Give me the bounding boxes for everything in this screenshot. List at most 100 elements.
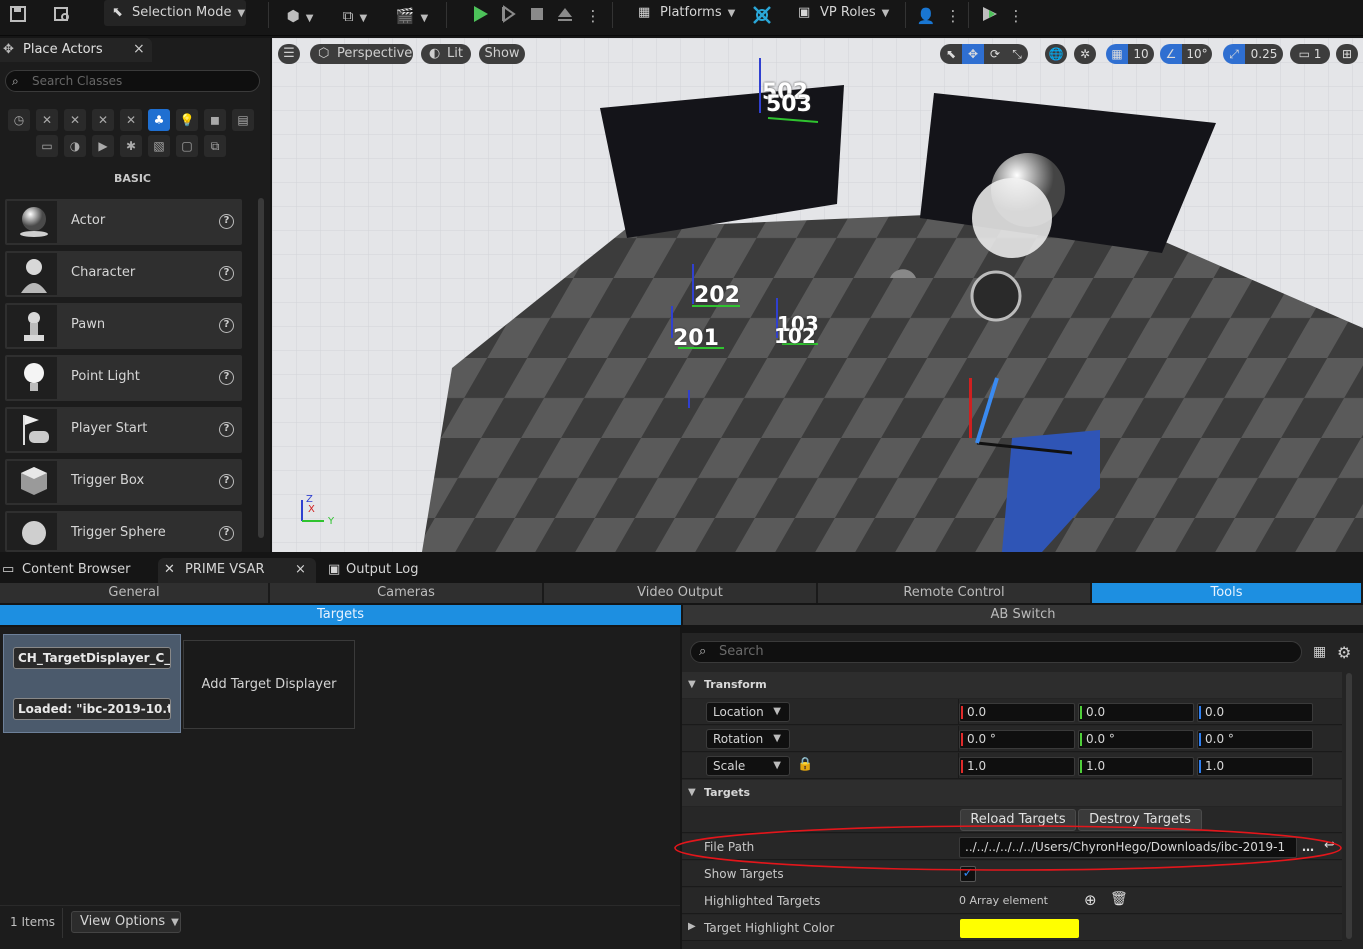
surface-snap-icon[interactable]: ✲ <box>1074 44 1096 64</box>
tab-content-browser[interactable]: ▭ Content Browser <box>0 558 152 583</box>
save-icon[interactable] <box>6 4 30 28</box>
platforms-dropdown[interactable]: ▦ Platforms ▼ <box>632 0 735 26</box>
tab-output-log[interactable]: ▣ Output Log <box>324 558 444 583</box>
lights-category-icon[interactable]: 💡 <box>176 109 198 131</box>
view-options-dropdown[interactable]: View Options ▼ <box>71 911 181 933</box>
scrollbar[interactable] <box>258 198 264 538</box>
more-options-icon[interactable]: ⋮ <box>1004 4 1028 28</box>
trash-icon[interactable]: 🗑 <box>1110 891 1128 907</box>
actor-item-trigger-sphere[interactable]: Trigger Sphere ? <box>5 511 242 552</box>
show-button[interactable]: Show <box>479 44 525 64</box>
tab-general[interactable]: General <box>0 583 270 603</box>
place-actors-tab[interactable]: ✥ Place Actors × <box>0 38 152 62</box>
actor-item-pawn[interactable]: Pawn ? <box>5 303 242 349</box>
scale-mode-dropdown[interactable]: Scale ▼ <box>706 756 790 776</box>
tab-tools[interactable]: Tools <box>1092 583 1363 603</box>
geometry-category-icon[interactable]: ◑ <box>64 135 86 157</box>
media-category-icon[interactable]: ▶ <box>92 135 114 157</box>
location-x-field[interactable]: 0.0 <box>959 703 1075 722</box>
cinematic-category-icon[interactable]: ▤ <box>232 109 254 131</box>
shapes-category-icon[interactable]: ◼ <box>204 109 226 131</box>
tab-remote-control[interactable]: Remote Control <box>818 583 1092 603</box>
play-icon[interactable] <box>468 4 492 28</box>
rotation-z-field[interactable]: 0.0 ° <box>1197 730 1313 749</box>
lock-icon[interactable]: 🔒 <box>797 757 813 772</box>
color-swatch[interactable] <box>960 919 1079 938</box>
more-options-icon[interactable]: ⋮ <box>581 4 605 28</box>
stop-icon[interactable] <box>525 4 549 28</box>
help-icon[interactable]: ? <box>219 422 234 437</box>
rotate-icon[interactable]: ⟳ <box>984 44 1006 64</box>
actor-item-trigger-box[interactable]: Trigger Box ? <box>5 459 242 505</box>
location-y-field[interactable]: 0.0 <box>1078 703 1194 722</box>
close-tab-button[interactable]: × <box>295 558 306 581</box>
rotation-snap-icon[interactable]: ∠ <box>1160 44 1182 64</box>
scale-z-field[interactable]: 1.0 <box>1197 757 1313 776</box>
table-view-icon[interactable]: ▦ <box>1313 644 1326 660</box>
level-viewport[interactable]: 502 503 202 201 103 102 Z X Y ☰ ⬡ Perspe… <box>272 38 1363 552</box>
perspective-button[interactable]: ⬡ Perspective <box>310 44 413 64</box>
volumes-category-icon[interactable]: ▧ <box>148 135 170 157</box>
recent-icon[interactable]: ◷ <box>8 109 30 131</box>
scale-icon[interactable]: ⤡ <box>1006 44 1028 64</box>
placeholder-category-icon[interactable]: ⧉ <box>204 135 226 157</box>
tab-cameras[interactable]: Cameras <box>270 583 544 603</box>
select-mode-icon[interactable]: ⬉ <box>940 44 962 64</box>
grid-snap-value[interactable]: 10 <box>1128 44 1154 64</box>
help-icon[interactable]: ? <box>219 214 234 229</box>
camera-speed-button[interactable]: ▭ 1 <box>1290 44 1330 64</box>
help-icon[interactable]: ? <box>219 370 234 385</box>
help-icon[interactable]: ? <box>219 526 234 541</box>
selection-mode-dropdown[interactable]: ⬉ Selection Mode ▼ <box>104 0 246 26</box>
add-target-displayer-button[interactable]: Add Target Displayer <box>183 640 355 729</box>
actor-item-character[interactable]: Character ? <box>5 251 242 297</box>
actor-item-actor[interactable]: Actor ? <box>5 199 242 245</box>
location-mode-dropdown[interactable]: Location ▼ <box>706 702 790 722</box>
viewport-menu-button[interactable]: ☰ <box>278 44 300 64</box>
actor-item-player-start[interactable]: Player Start ? <box>5 407 242 453</box>
search-classes-input[interactable]: ⌕ Search Classes <box>5 70 260 92</box>
help-icon[interactable]: ? <box>219 266 234 281</box>
add-element-icon[interactable]: ⊕ <box>1084 891 1097 909</box>
content-browse-icon[interactable] <box>50 4 74 28</box>
blueprint-icon[interactable]: ⧉ ▼ <box>335 4 375 28</box>
actor-item-point-light[interactable]: Point Light ? <box>5 355 242 401</box>
vsar-logo-icon[interactable] <box>750 4 774 28</box>
tab-targets[interactable]: Targets <box>0 605 681 625</box>
vsar-category-icon[interactable]: ✕ <box>36 109 58 131</box>
world-local-icon[interactable]: 🌐 <box>1045 44 1067 64</box>
tab-prime-vsar[interactable]: ✕ PRIME VSAR × <box>158 558 316 583</box>
vsar-category-icon[interactable]: ✕ <box>120 109 142 131</box>
effects-category-icon[interactable]: ✱ <box>120 135 142 157</box>
basic-category-icon[interactable]: ♣ <box>148 109 170 131</box>
translate-icon[interactable]: ✥ <box>962 44 984 64</box>
visual-effects-category-icon[interactable]: ▭ <box>36 135 58 157</box>
help-icon[interactable]: ? <box>219 318 234 333</box>
vsar-category-icon[interactable]: ✕ <box>64 109 86 131</box>
rotation-snap-value[interactable]: 10° <box>1182 44 1212 64</box>
step-icon[interactable] <box>497 4 521 28</box>
cinematics-icon[interactable]: 🎬 ▼ <box>392 4 432 28</box>
location-z-field[interactable]: 0.0 <box>1197 703 1313 722</box>
add-actor-icon[interactable]: ⬢ ▼ <box>280 4 320 28</box>
details-search-input[interactable]: ⌕ Search <box>690 641 1302 663</box>
scale-x-field[interactable]: 1.0 <box>959 757 1075 776</box>
user-icon[interactable]: 👤 <box>914 4 938 28</box>
details-scrollbar[interactable] <box>1346 673 1352 939</box>
rotation-x-field[interactable]: 0.0 ° <box>959 730 1075 749</box>
target-displayer-card[interactable]: CH_TargetDisplayer_C_0 Loaded: "ibc-2019… <box>3 634 181 733</box>
vp-roles-dropdown[interactable]: ▣ VP Roles ▼ <box>792 0 892 26</box>
scale-snap-icon[interactable]: ⤢ <box>1223 44 1245 64</box>
transform-section-header[interactable]: ▼ Transform <box>682 672 1342 698</box>
lit-button[interactable]: ◐ Lit <box>421 44 471 64</box>
scale-snap-value[interactable]: 0.25 <box>1245 44 1283 64</box>
close-tab-button[interactable]: × <box>133 41 145 57</box>
eject-icon[interactable] <box>553 4 577 28</box>
vsar-category-icon[interactable]: ✕ <box>92 109 114 131</box>
more-options-icon[interactable]: ⋮ <box>941 4 965 28</box>
grid-snap-icon[interactable]: ▦ <box>1106 44 1128 64</box>
tab-video-output[interactable]: Video Output <box>544 583 818 603</box>
rotation-mode-dropdown[interactable]: Rotation ▼ <box>706 729 790 749</box>
gear-icon[interactable]: ⚙ <box>1337 643 1351 662</box>
chevron-right-icon[interactable]: ▶ <box>688 921 696 932</box>
